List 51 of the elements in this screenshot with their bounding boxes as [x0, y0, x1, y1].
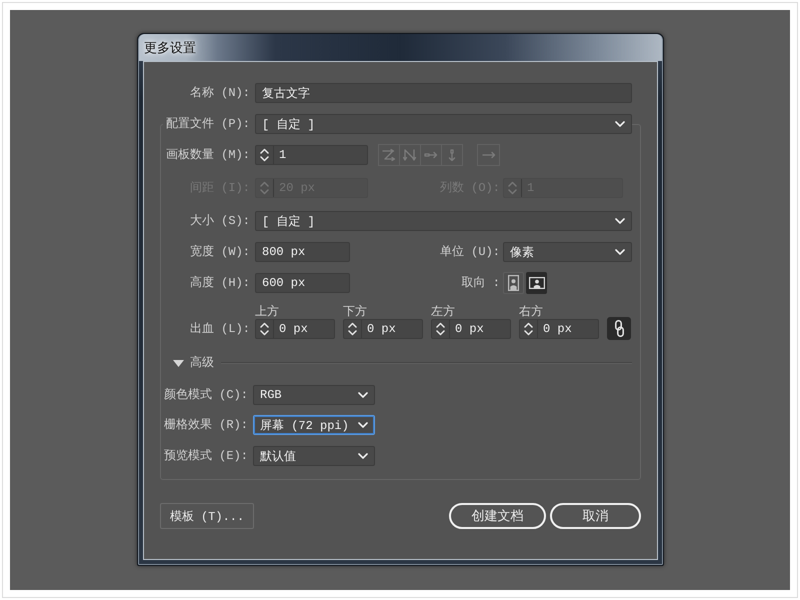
artboard-count-field[interactable]: 1 [255, 145, 368, 165]
window-title: 更多设置 [144, 40, 196, 56]
zigzag-down-arrows-icon [403, 149, 417, 161]
landscape-button[interactable] [526, 272, 547, 294]
bleed-side-label: 左方 [431, 306, 455, 319]
field-label: 出血 (L): [190, 322, 250, 336]
template-button[interactable]: 模板 (T)... [160, 503, 254, 529]
portrait-button[interactable] [503, 272, 524, 294]
zigzag-right-arrows-icon [382, 149, 396, 161]
bleed-side-label: 右方 [519, 306, 543, 319]
bleed-field[interactable]: 0 px [431, 319, 511, 339]
size-dropdown[interactable]: [ 自定 ] [255, 211, 632, 231]
chevron-down-icon [358, 392, 368, 398]
field-label: 大小 (S): [190, 214, 250, 228]
profile-dropdown[interactable]: [ 自定 ] [255, 114, 632, 134]
setting-dropdown[interactable]: 屏幕 (72 ppi) [253, 415, 375, 435]
field-label: 名称 (N): [190, 86, 250, 100]
arrow-right-icon [482, 149, 496, 161]
field-label: 颜色模式 (C): [164, 388, 248, 402]
advanced-toggle[interactable]: 高级 [173, 356, 214, 370]
dialog-button[interactable]: 取消 [550, 503, 641, 529]
name-field[interactable]: 复古文字 [255, 83, 632, 103]
bleed-field[interactable]: 0 px [343, 319, 423, 339]
bleed-side-label: 下方 [343, 306, 367, 319]
chevron-down-icon [615, 218, 625, 224]
field-label: 取向 : [462, 276, 500, 290]
chevron-down-icon [358, 422, 368, 428]
field-label: 单位 (U): [440, 245, 500, 259]
dialog-button[interactable]: 创建文档 [449, 503, 546, 529]
field-label: 宽度 (W): [190, 245, 250, 259]
chevron-down-icon [615, 121, 625, 127]
link-button[interactable] [607, 317, 631, 340]
bleed-field[interactable]: 0 px [255, 319, 335, 339]
units-dropdown[interactable]: 像素 [503, 242, 632, 262]
chevron-down-icon [358, 453, 368, 459]
bleed-field[interactable]: 0 px [519, 319, 599, 339]
bleed-side-label: 上方 [255, 306, 279, 319]
width-field[interactable]: 800 px [255, 242, 350, 262]
chain-link-icon [614, 320, 624, 337]
portrait-page-icon [508, 275, 519, 291]
arrow-right-icon [424, 149, 438, 161]
field-label: 栅格效果 (R): [164, 418, 248, 432]
setting-dropdown[interactable]: 默认值 [253, 446, 375, 466]
landscape-page-icon [528, 277, 544, 289]
field-label: 高度 (H): [190, 276, 250, 290]
field-label: 画板数量 (M): [166, 148, 250, 162]
setting-dropdown[interactable]: RGB [253, 385, 375, 405]
height-field[interactable]: 600 px [255, 273, 350, 293]
chevron-down-icon [615, 249, 625, 255]
field-label: 预览模式 (E): [164, 449, 248, 463]
field-label: 配置文件 (P): [162, 117, 255, 131]
